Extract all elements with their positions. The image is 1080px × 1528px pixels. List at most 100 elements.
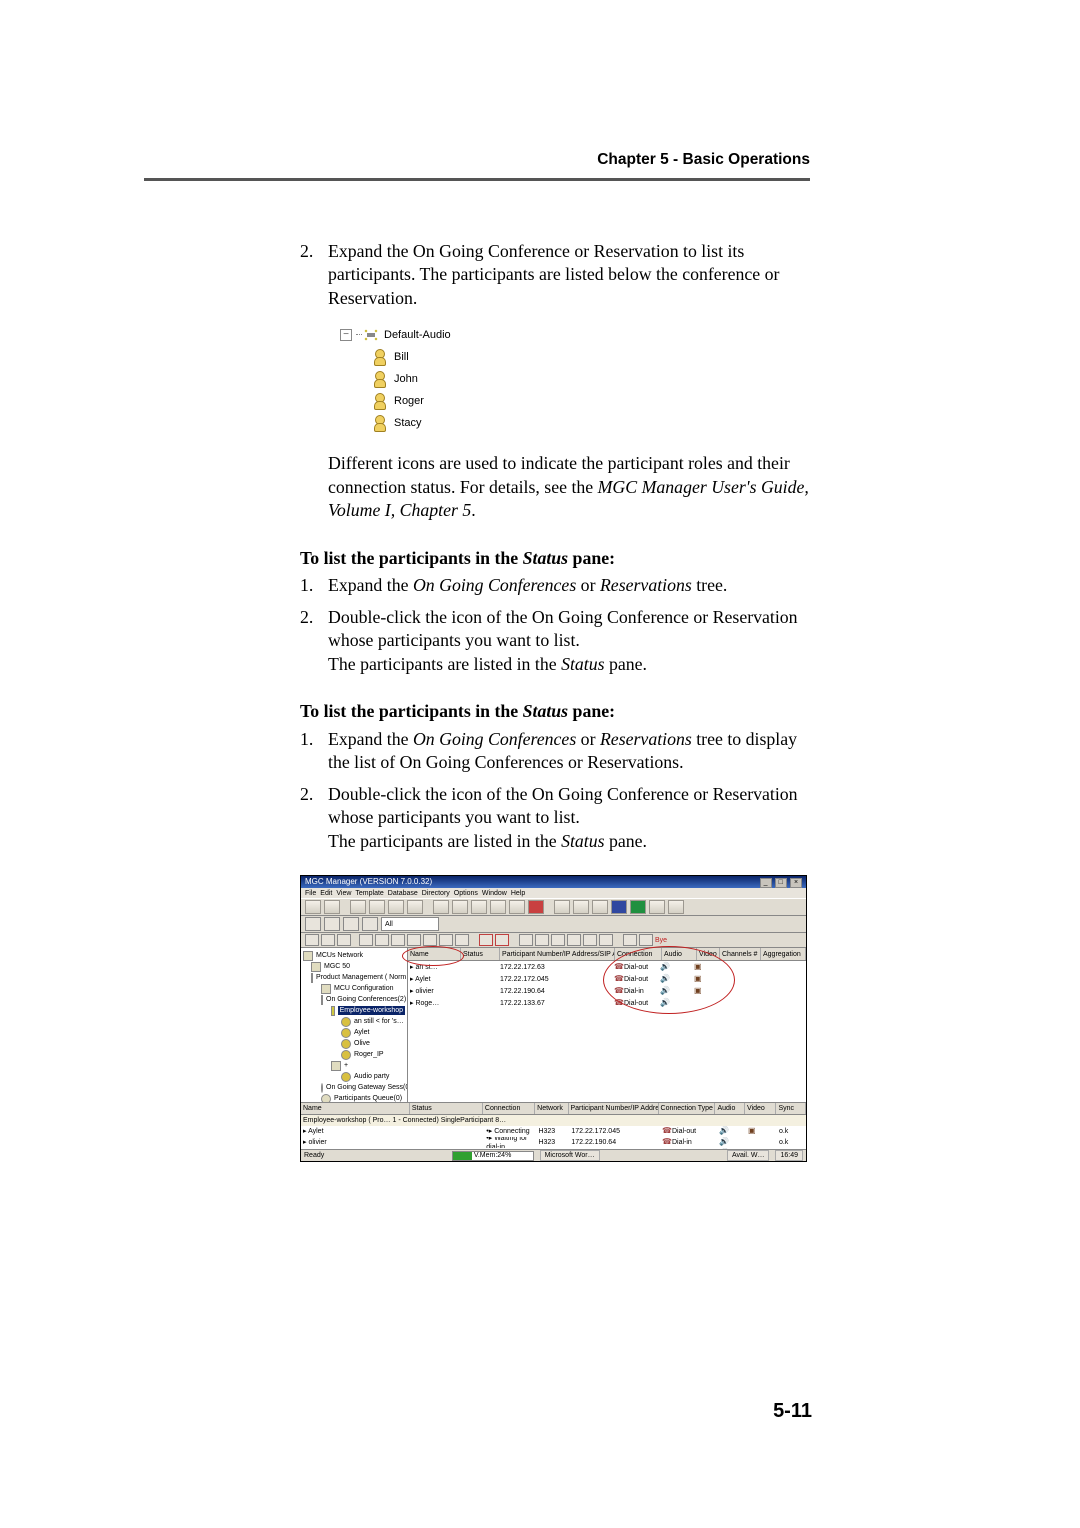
bcol-conn[interactable]: Connection <box>483 1103 535 1114</box>
tree-item[interactable]: Product Management ( Norm… <box>303 972 405 983</box>
toolbar-button[interactable] <box>305 900 321 914</box>
tree-item[interactable]: an still < for 's… <box>303 1016 405 1027</box>
toolbar-button[interactable] <box>350 900 366 914</box>
toolbar-button[interactable] <box>471 900 487 914</box>
bcol-sync[interactable]: Sync <box>776 1103 806 1114</box>
layout-button[interactable] <box>391 934 405 946</box>
col-status[interactable]: Status <box>461 948 500 960</box>
layout-button[interactable] <box>423 934 437 946</box>
toolbar-button[interactable] <box>592 900 608 914</box>
col-ch[interactable]: Channels # <box>720 948 761 960</box>
tree-item-label: Olive <box>354 1039 370 1048</box>
tree-item[interactable]: MCUs Network <box>303 950 405 961</box>
toolbar-button[interactable] <box>388 900 404 914</box>
minimize-button[interactable]: _ <box>760 878 772 888</box>
layout-button[interactable] <box>439 934 453 946</box>
layout-button[interactable] <box>623 934 637 946</box>
navigation-tree[interactable]: MCUs NetworkMGC 50Product Management ( N… <box>301 948 408 1118</box>
layout-button[interactable] <box>337 934 351 946</box>
table-row[interactable]: ▸ Aylet172.22.172.045☎ Dial-out🔊▣ <box>408 973 806 985</box>
col-audio[interactable]: Audio <box>662 948 697 960</box>
toolbar-button[interactable] <box>452 900 468 914</box>
tree-item[interactable]: On Going Gateway Sess(0) <box>303 1082 405 1093</box>
titlebar[interactable]: MGC Manager (VERSION 7.0.0.32) _ □ × <box>301 876 806 888</box>
layout-button[interactable] <box>321 934 335 946</box>
tree-item[interactable]: MCU Configuration <box>303 983 405 994</box>
menu-template[interactable]: Template <box>355 889 383 898</box>
tree-item[interactable]: On Going Conferences(2) <box>303 994 405 1005</box>
toolbar-button[interactable] <box>369 900 385 914</box>
layout-button[interactable] <box>479 934 493 946</box>
menu-directory[interactable]: Directory <box>422 889 450 898</box>
menu-file[interactable]: File <box>305 889 316 898</box>
menu-edit[interactable]: Edit <box>320 889 332 898</box>
menu-bar[interactable]: File Edit View Template Database Directo… <box>301 888 806 898</box>
layout-button[interactable] <box>599 934 613 946</box>
table-row[interactable]: ▸ olivier172.22.190.64☎ Dial-in🔊▣ <box>408 985 806 997</box>
toolbar-button[interactable] <box>407 900 423 914</box>
tree-leaf-label: Bill <box>394 350 409 365</box>
tree-item[interactable]: Audio party <box>303 1071 405 1082</box>
layout-button[interactable] <box>375 934 389 946</box>
layout-button[interactable] <box>495 934 509 946</box>
layout-button[interactable] <box>305 934 319 946</box>
bottom-grid-header[interactable]: Name Status Connection Network Participa… <box>301 1103 806 1115</box>
tree-item[interactable]: MGC 50 <box>303 961 405 972</box>
layout-button[interactable] <box>583 934 597 946</box>
filter-combo[interactable]: All <box>381 917 439 931</box>
layout-button[interactable] <box>519 934 533 946</box>
close-button[interactable]: × <box>790 878 802 888</box>
table-row[interactable]: ▸ olivier•▸ Waiting for dial-inH323172.2… <box>301 1137 806 1148</box>
toolbar-button[interactable] <box>554 900 570 914</box>
tree-item[interactable]: + <box>303 1060 405 1071</box>
toolbar-button[interactable] <box>573 900 589 914</box>
toolbar-button[interactable] <box>509 900 525 914</box>
col-name[interactable]: Name <box>408 948 461 960</box>
menu-options[interactable]: Options <box>454 889 478 898</box>
toolbar-button[interactable] <box>324 900 340 914</box>
menu-database[interactable]: Database <box>388 889 418 898</box>
bcol-ct[interactable]: Connection Type <box>659 1103 716 1114</box>
filter-button[interactable] <box>305 917 321 931</box>
bcol-vid[interactable]: Video <box>745 1103 776 1114</box>
toolbar-button[interactable] <box>528 900 544 914</box>
tree-item[interactable]: Roger_IP <box>303 1049 405 1060</box>
bcol-name[interactable]: Name <box>301 1103 410 1114</box>
toolbar-button[interactable] <box>611 900 627 914</box>
bcol-net[interactable]: Network <box>535 1103 568 1114</box>
layout-button[interactable] <box>455 934 469 946</box>
table-row[interactable]: ▸ an st…172.22.172.63☎ Dial-out🔊▣ <box>408 961 806 973</box>
layout-button[interactable] <box>359 934 373 946</box>
layout-button[interactable] <box>567 934 581 946</box>
toolbar-button[interactable] <box>433 900 449 914</box>
group-row[interactable]: Employee-workshop ( Pro… 1 - Connected) … <box>301 1115 806 1126</box>
tree-item[interactable]: Aylet <box>303 1027 405 1038</box>
col-conn[interactable]: Connection <box>615 948 662 960</box>
layout-button[interactable] <box>639 934 653 946</box>
col-agg[interactable]: Aggregation <box>761 948 806 960</box>
table-row[interactable]: ▸ Roge…172.22.133.67☎ Dial-out🔊 <box>408 997 806 1009</box>
menu-help[interactable]: Help <box>511 889 525 898</box>
bcol-aud[interactable]: Audio <box>715 1103 745 1114</box>
filter-button[interactable] <box>324 917 340 931</box>
menu-view[interactable]: View <box>336 889 351 898</box>
layout-button[interactable] <box>407 934 421 946</box>
grid-header[interactable]: Name Status Participant Number/IP Addres… <box>408 948 806 961</box>
menu-window[interactable]: Window <box>482 889 507 898</box>
tree-item[interactable]: Employee-workshop <box>303 1005 405 1016</box>
layout-button[interactable] <box>551 934 565 946</box>
filter-button[interactable] <box>343 917 359 931</box>
bcol-status[interactable]: Status <box>410 1103 483 1114</box>
layout-button[interactable] <box>535 934 549 946</box>
filter-button[interactable] <box>362 917 378 931</box>
toolbar-button[interactable] <box>668 900 684 914</box>
toolbar-button[interactable] <box>490 900 506 914</box>
toolbar-button[interactable] <box>630 900 646 914</box>
maximize-button[interactable]: □ <box>775 878 787 888</box>
col-pnum[interactable]: Participant Number/IP Address/SIP Addres… <box>500 948 615 960</box>
bcol-pnum[interactable]: Participant Number/IP Address/SIP Addres… <box>569 1103 659 1114</box>
col-video[interactable]: Video <box>697 948 720 960</box>
table-row[interactable]: ▸ Aylet•▸ ConnectingH323172.22.172.045☎ … <box>301 1126 806 1137</box>
tree-item[interactable]: Olive <box>303 1038 405 1049</box>
toolbar-button[interactable] <box>649 900 665 914</box>
